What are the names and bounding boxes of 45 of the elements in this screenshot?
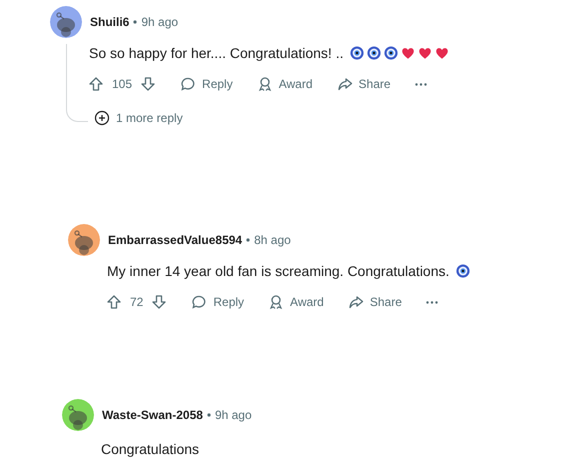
- heart-icon: [435, 46, 450, 60]
- eye-charm-icon: [384, 46, 398, 60]
- heart-icon: [418, 46, 432, 60]
- more-replies-button[interactable]: 1 more reply: [86, 105, 191, 131]
- award-icon: [268, 294, 284, 310]
- award-button[interactable]: Award: [248, 71, 321, 97]
- eye-charm-icon: [350, 46, 364, 60]
- more-icon: [414, 82, 427, 86]
- timestamp: 8h ago: [254, 232, 291, 249]
- separator-dot-icon: [133, 20, 138, 24]
- comment-text: So so happy for her.... Congratulations! ..: [89, 44, 344, 63]
- plus-icon: [94, 110, 110, 126]
- award-icon: [256, 76, 273, 92]
- eye-charm-icon: [367, 46, 382, 60]
- upvote-icon: [106, 294, 122, 310]
- eye-charm-icon: [456, 264, 470, 278]
- separator-dot-icon: [246, 238, 250, 242]
- username[interactable]: EmbarrassedValue8594: [108, 231, 242, 249]
- reply-icon: [180, 76, 196, 92]
- more-icon: [426, 300, 438, 304]
- upvote-button[interactable]: [106, 294, 122, 310]
- timestamp: 9h ago: [214, 407, 252, 424]
- downvote-button[interactable]: [151, 294, 168, 310]
- reply-icon: [191, 294, 208, 310]
- upvote-button[interactable]: [88, 76, 104, 92]
- comment-text: My inner 14 year old fan is screaming. Congratulations.: [107, 262, 450, 281]
- heart-icon: [401, 46, 416, 60]
- share-button[interactable]: Share: [328, 71, 399, 97]
- vote-count: 105: [112, 76, 132, 93]
- downvote-icon: [140, 76, 156, 92]
- timestamp: 9h ago: [141, 14, 178, 31]
- reply-button[interactable]: Reply: [172, 71, 241, 97]
- upvote-icon: [88, 76, 104, 92]
- comment-text: Congratulations: [101, 440, 200, 459]
- share-icon: [336, 76, 353, 92]
- username[interactable]: Waste-Swan-2058: [102, 406, 203, 424]
- reply-button[interactable]: Reply: [183, 289, 252, 315]
- separator-dot-icon: [206, 413, 211, 417]
- award-button[interactable]: Award: [260, 289, 332, 315]
- share-icon: [348, 294, 364, 310]
- downvote-button[interactable]: [140, 76, 156, 92]
- username[interactable]: Shuili6: [90, 13, 130, 31]
- vote-count: 72: [130, 294, 144, 311]
- downvote-icon: [151, 294, 168, 310]
- share-button[interactable]: Share: [340, 289, 410, 315]
